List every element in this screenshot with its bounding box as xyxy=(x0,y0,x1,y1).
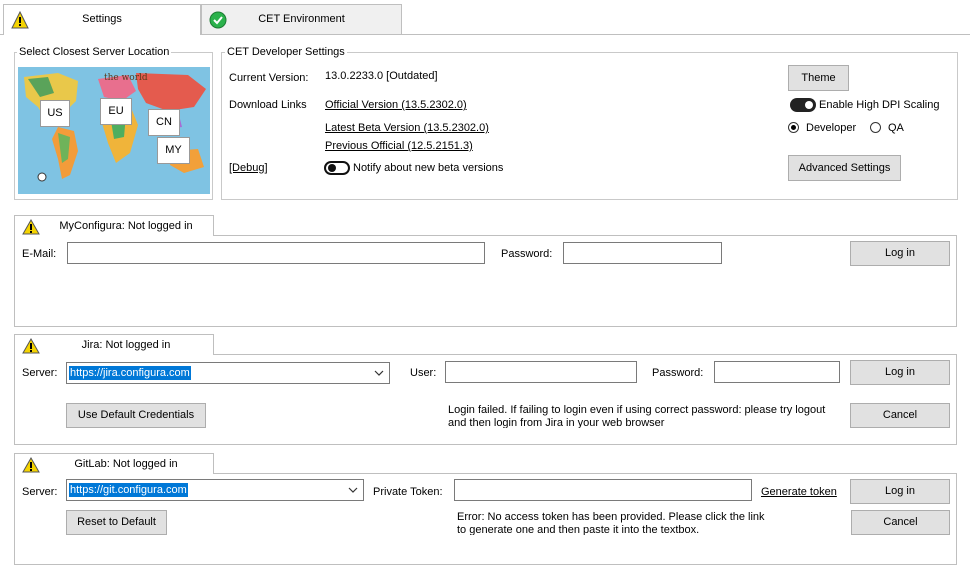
jira-server-value: https://jira.configura.com xyxy=(69,366,191,380)
jira-status-tab: Jira: Not logged in xyxy=(14,334,214,355)
myconfigura-password-field[interactable] xyxy=(563,242,722,264)
region-us-button[interactable]: US xyxy=(40,100,70,127)
tab-settings-label: Settings xyxy=(82,13,122,25)
jira-password-label: Password: xyxy=(652,367,704,379)
tab-cet-environment-label: CET Environment xyxy=(258,13,345,25)
map-title: the world xyxy=(104,73,148,83)
myconfigura-password-label: Password: xyxy=(501,248,553,260)
myconfigura-status: MyConfigura: Not logged in xyxy=(59,220,193,232)
jira-server-select[interactable]: https://jira.configura.com xyxy=(66,362,390,384)
download-links-label: Download Links xyxy=(229,99,307,111)
server-location-legend: Select Closest Server Location xyxy=(17,46,172,58)
region-cn-button[interactable]: CN xyxy=(148,109,180,136)
dev-settings-legend: CET Developer Settings xyxy=(225,46,347,58)
official-version-link[interactable]: Official Version (13.5.2302.0) xyxy=(325,99,467,111)
jira-server-label: Server: xyxy=(22,367,58,379)
myconfigura-status-tab: MyConfigura: Not logged in xyxy=(14,215,214,236)
generate-token-link[interactable]: Generate token xyxy=(761,486,837,498)
theme-button[interactable]: Theme xyxy=(788,65,849,91)
gitlab-server-select[interactable]: https://git.configura.com xyxy=(66,479,364,501)
gitlab-login-button[interactable]: Log in xyxy=(850,479,950,504)
high-dpi-toggle[interactable] xyxy=(790,98,816,112)
world-map[interactable]: the world US EU CN MY xyxy=(18,67,210,194)
developer-radio-label: Developer xyxy=(806,122,857,134)
jira-user-label: User: xyxy=(410,367,437,379)
jira-cancel-button[interactable]: Cancel xyxy=(850,403,950,428)
debug-link[interactable]: [Debug] xyxy=(229,162,268,174)
gitlab-cancel-button[interactable]: Cancel xyxy=(851,510,950,535)
beta-version-link[interactable]: Latest Beta Version (13.5.2302.0) xyxy=(325,122,489,134)
email-field[interactable] xyxy=(67,242,485,264)
current-version-value: 13.0.2233.0 [Outdated] xyxy=(325,70,438,82)
jira-password-field[interactable] xyxy=(714,361,840,383)
gitlab-server-label: Server: xyxy=(22,486,58,498)
notify-beta-toggle[interactable] xyxy=(324,161,350,175)
advanced-settings-button[interactable]: Advanced Settings xyxy=(788,155,901,181)
gitlab-error-message: Error: No access token has been provided… xyxy=(457,511,765,535)
gitlab-server-value: https://git.configura.com xyxy=(69,483,188,497)
previous-official-link[interactable]: Previous Official (12.5.2151.3) xyxy=(325,140,473,152)
private-token-field[interactable] xyxy=(454,479,752,501)
qa-radio-label: QA xyxy=(888,122,904,134)
jira-login-button[interactable]: Log in xyxy=(850,360,950,385)
tab-settings[interactable]: Settings xyxy=(3,4,201,35)
reset-to-default-button[interactable]: Reset to Default xyxy=(66,510,167,535)
developer-radio[interactable] xyxy=(788,122,799,133)
private-token-label: Private Token: xyxy=(373,486,443,498)
chevron-down-icon[interactable] xyxy=(373,366,385,380)
notify-beta-label: Notify about new beta versions xyxy=(353,162,504,174)
qa-radio[interactable] xyxy=(870,122,881,133)
region-my-button[interactable]: MY xyxy=(157,137,190,164)
gitlab-status: GitLab: Not logged in xyxy=(74,458,178,470)
high-dpi-label: Enable High DPI Scaling xyxy=(819,99,940,111)
myconfigura-login-button[interactable]: Log in xyxy=(850,241,950,266)
email-label: E-Mail: xyxy=(22,248,57,260)
chevron-down-icon[interactable] xyxy=(347,483,359,497)
jira-user-field[interactable] xyxy=(445,361,637,383)
world-map-graphic xyxy=(18,67,210,194)
region-eu-button[interactable]: EU xyxy=(100,98,132,125)
use-default-credentials-button[interactable]: Use Default Credentials xyxy=(66,403,206,428)
jira-status: Jira: Not logged in xyxy=(81,339,171,351)
tab-cet-environment[interactable]: CET Environment xyxy=(201,4,402,34)
current-version-label: Current Version: xyxy=(229,72,309,84)
gitlab-status-tab: GitLab: Not logged in xyxy=(14,453,214,474)
jira-error-message: Login failed. If failing to login even i… xyxy=(448,404,826,428)
